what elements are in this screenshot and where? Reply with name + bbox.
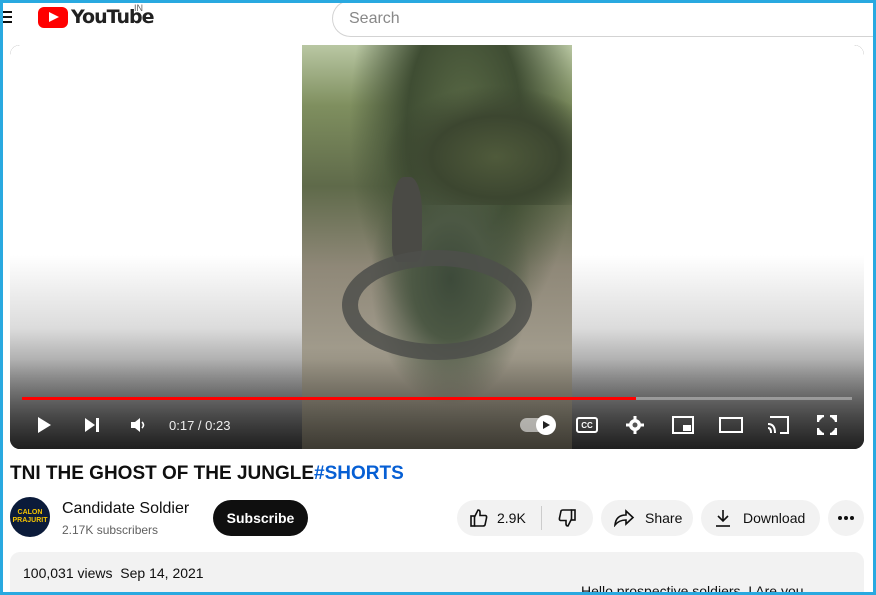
- video-title-text: TNI THE GHOST OF THE JUNGLE: [10, 463, 315, 484]
- miniplayer-icon: [672, 416, 694, 434]
- cast-button[interactable]: [766, 411, 792, 439]
- thumbs-up-icon: [470, 509, 488, 527]
- fullscreen-icon: [817, 415, 837, 435]
- settings-button[interactable]: [622, 411, 648, 439]
- description-meta: 100,031 views Sep 14, 2021: [23, 565, 204, 581]
- miniplayer-button[interactable]: [670, 411, 696, 439]
- channel-avatar[interactable]: CALON PRAJURIT: [10, 497, 50, 537]
- description-box[interactable]: 100,031 views Sep 14, 2021 Hello prospec…: [10, 552, 864, 595]
- time-display: 0:17 / 0:23: [169, 417, 231, 433]
- volume-button[interactable]: [126, 411, 150, 439]
- search-input[interactable]: Search: [332, 0, 876, 37]
- autoplay-knob: [536, 415, 556, 435]
- progress-bar[interactable]: [22, 397, 852, 400]
- dislike-button[interactable]: [542, 500, 592, 536]
- like-button[interactable]: 2.9K: [457, 500, 541, 536]
- cast-icon: [767, 416, 789, 434]
- autoplay-toggle[interactable]: [520, 415, 556, 435]
- thumbs-down-icon: [558, 509, 576, 527]
- next-icon: [85, 418, 99, 432]
- more-icon: [838, 516, 854, 520]
- fullscreen-button[interactable]: [814, 411, 840, 439]
- download-label: Download: [743, 510, 806, 526]
- player-controls: 0:17 / 0:23 CC: [10, 411, 864, 439]
- cc-icon: CC: [576, 417, 598, 433]
- menu-icon[interactable]: [2, 8, 14, 24]
- share-icon: [613, 509, 635, 527]
- description-snippet: Hello prospective soldiers, I Are you: [581, 583, 804, 595]
- video-player[interactable]: 0:17 / 0:23 CC: [10, 45, 864, 449]
- youtube-play-logo-icon: [38, 6, 68, 28]
- avatar-line-2: PRAJURIT: [12, 517, 48, 524]
- like-count: 2.9K: [497, 510, 526, 526]
- share-label: Share: [645, 510, 683, 526]
- volume-icon: [131, 418, 145, 432]
- avatar-line-1: CALON: [17, 509, 43, 516]
- next-button[interactable]: [80, 411, 104, 439]
- more-actions-button[interactable]: [828, 500, 864, 536]
- subscriber-count: 2.17K subscribers: [62, 523, 159, 537]
- video-title: TNI THE GHOST OF THE JUNGLE#SHORTS: [10, 463, 404, 485]
- video-cobra-coil: [342, 250, 532, 360]
- share-button[interactable]: Share: [601, 500, 693, 536]
- progress-fill: [22, 397, 637, 400]
- download-button[interactable]: Download: [701, 500, 820, 536]
- channel-name[interactable]: Candidate Soldier: [62, 500, 189, 518]
- search-placeholder: Search: [349, 9, 400, 27]
- autoplay-play-icon: [543, 421, 550, 429]
- download-icon: [716, 510, 730, 527]
- video-cobra-hood: [392, 177, 422, 262]
- theater-icon: [719, 417, 743, 433]
- gear-icon: [626, 416, 644, 434]
- play-button[interactable]: [32, 411, 56, 439]
- theater-mode-button[interactable]: [718, 411, 744, 439]
- captions-button[interactable]: CC: [574, 411, 600, 439]
- upload-date: Sep 14, 2021: [120, 565, 204, 581]
- play-icon: [38, 417, 51, 433]
- region-code: IN: [134, 3, 143, 13]
- like-dislike-group: 2.9K: [457, 500, 593, 536]
- view-count: 100,031 views: [23, 565, 113, 581]
- hashtag-link[interactable]: #SHORTS: [314, 463, 404, 484]
- subscribe-button[interactable]: Subscribe: [213, 500, 308, 536]
